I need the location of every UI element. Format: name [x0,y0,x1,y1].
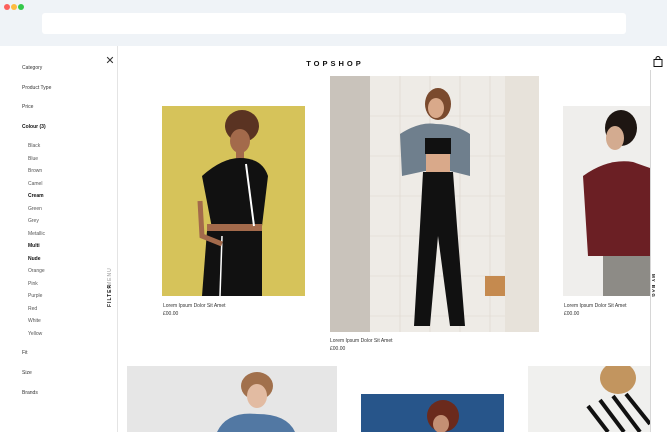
colour-option[interactable]: Black [28,143,40,149]
page: TOPSHOP MY BAG Lorem Ipsum Dolor Sit Ame… [0,46,667,432]
my-bag-tab[interactable]: MY BAG [651,274,656,298]
colour-option-selected[interactable]: Cream [28,193,44,199]
filter-size[interactable]: Size [22,370,32,376]
filter-category[interactable]: Category [22,65,42,71]
colour-option[interactable]: Pink [28,281,38,287]
filter-product-type[interactable]: Product Type [22,85,51,91]
colour-option[interactable]: Metallic [28,231,45,237]
product-name[interactable]: Lorem Ipsum Dolor Sit Amet [163,303,226,309]
close-window-dot[interactable] [4,4,10,10]
product-image[interactable] [563,106,650,296]
address-bar[interactable] [42,13,626,34]
filter-price[interactable]: Price [22,104,33,110]
colour-option[interactable]: Grey [28,218,39,224]
filter-sidebar: ✕ Category Product Type Price Colour (3)… [0,46,118,432]
product-price: £00.00 [163,311,179,317]
colour-option[interactable]: Orange [28,268,45,274]
product-image[interactable] [361,394,504,432]
product-price: £00.00 [564,311,580,317]
tab-menu[interactable]: MENU [107,267,113,286]
colour-option[interactable]: Blue [28,156,38,162]
product-image[interactable] [127,366,337,432]
product-name[interactable]: Lorem Ipsum Dolor Sit Amet [564,303,627,309]
colour-option[interactable]: White [28,318,41,324]
colour-option[interactable]: Camel [28,181,42,187]
colour-option-selected[interactable]: Nude [28,256,41,262]
colour-option[interactable]: Yellow [28,331,42,337]
filter-fit[interactable]: Fit [22,350,28,356]
colour-option[interactable]: Green [28,206,42,212]
colour-option[interactable]: Purple [28,293,42,299]
bag-panel-divider [650,70,651,432]
colour-option[interactable]: Red [28,306,37,312]
filter-brands[interactable]: Brands [22,390,38,396]
browser-chrome [0,0,667,46]
product-name[interactable]: Lorem Ipsum Dolor Sit Amet [330,338,393,344]
site-logo[interactable]: TOPSHOP [270,59,400,68]
minimize-window-dot[interactable] [11,4,17,10]
product-price: £00.00 [330,346,346,352]
filter-colour[interactable]: Colour (3) [22,124,46,130]
colour-option-selected[interactable]: Multi [28,243,40,249]
product-image[interactable] [162,106,305,296]
shopping-bag-icon[interactable] [653,56,663,67]
close-icon[interactable]: ✕ [105,56,115,67]
maximize-window-dot[interactable] [18,4,24,10]
product-image[interactable] [330,76,539,332]
product-image[interactable] [528,366,650,432]
colour-option[interactable]: Brown [28,168,42,174]
